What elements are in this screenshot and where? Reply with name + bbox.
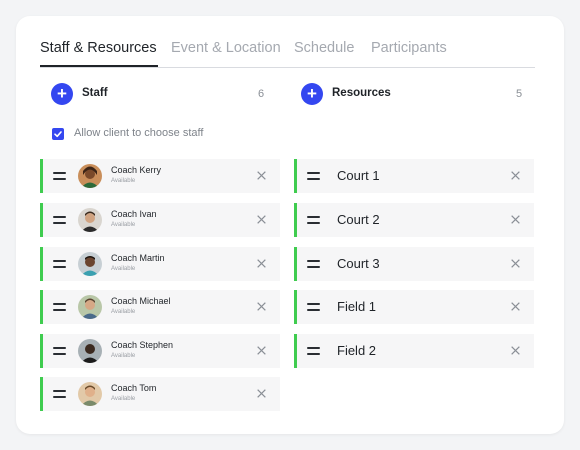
close-icon[interactable] (256, 170, 267, 181)
add-resource-button[interactable]: + (301, 83, 323, 105)
tab-participants[interactable]: Participants (371, 40, 447, 56)
close-icon[interactable] (256, 388, 267, 399)
drag-handle-icon[interactable] (53, 390, 66, 398)
staff-name: Coach Martin (111, 253, 165, 263)
drag-handle-icon[interactable] (53, 303, 66, 311)
avatar (78, 164, 102, 188)
staff-item[interactable]: Coach Stephen Available (40, 334, 280, 368)
staff-item[interactable]: Coach Tom Available (40, 377, 280, 411)
close-icon[interactable] (510, 170, 521, 181)
drag-handle-icon[interactable] (307, 347, 320, 355)
drag-handle-icon[interactable] (53, 216, 66, 224)
resource-name: Field 1 (337, 299, 377, 314)
staff-status: Available (111, 353, 136, 359)
staff-name: Coach Tom (111, 383, 157, 393)
tab-staff-resources[interactable]: Staff & Resources (40, 40, 157, 56)
allow-choose-staff-label: Allow client to choose staff (74, 127, 204, 139)
resource-name: Court 1 (337, 168, 380, 183)
active-tab-indicator (40, 65, 158, 67)
tab-event-location[interactable]: Event & Location (171, 40, 281, 56)
avatar (78, 252, 102, 276)
avatar (78, 208, 102, 232)
close-icon[interactable] (510, 214, 521, 225)
close-icon[interactable] (256, 301, 267, 312)
staff-name: Coach Michael (111, 296, 171, 306)
add-staff-button[interactable]: + (51, 83, 73, 105)
check-icon (54, 131, 62, 138)
staff-status: Available (111, 178, 136, 184)
staff-item[interactable]: Coach Kerry Available (40, 159, 280, 193)
drag-handle-icon[interactable] (307, 172, 320, 180)
tab-schedule[interactable]: Schedule (294, 40, 354, 56)
resource-name: Field 2 (337, 343, 377, 358)
resource-item[interactable]: Court 1 (294, 159, 534, 193)
resource-item[interactable]: Field 2 (294, 334, 534, 368)
tab-bar: Staff & Resources Event & Location Sched… (40, 36, 535, 68)
drag-handle-icon[interactable] (53, 260, 66, 268)
drag-handle-icon[interactable] (307, 216, 320, 224)
staff-status: Available (111, 266, 136, 272)
staff-status: Available (111, 309, 136, 315)
resource-item[interactable]: Court 3 (294, 247, 534, 281)
resources-title: Resources (332, 87, 391, 99)
close-icon[interactable] (510, 345, 521, 356)
close-icon[interactable] (256, 258, 267, 269)
drag-handle-icon[interactable] (53, 172, 66, 180)
close-icon[interactable] (510, 258, 521, 269)
resources-header: + Resources 5 (301, 83, 523, 107)
drag-handle-icon[interactable] (53, 347, 66, 355)
close-icon[interactable] (256, 345, 267, 356)
resource-name: Court 3 (337, 256, 380, 271)
staff-name: Coach Kerry (111, 165, 162, 175)
staff-count: 6 (258, 88, 265, 100)
staff-name: Coach Ivan (111, 209, 157, 219)
staff-item[interactable]: Coach Michael Available (40, 290, 280, 324)
avatar (78, 382, 102, 406)
drag-handle-icon[interactable] (307, 303, 320, 311)
allow-choose-staff-checkbox[interactable] (52, 128, 64, 140)
close-icon[interactable] (256, 214, 267, 225)
staff-name: Coach Stephen (111, 340, 174, 350)
resource-name: Court 2 (337, 212, 380, 227)
drag-handle-icon[interactable] (307, 260, 320, 268)
staff-item[interactable]: Coach Ivan Available (40, 203, 280, 237)
staff-status: Available (111, 396, 136, 402)
plus-icon: + (57, 84, 67, 103)
staff-item[interactable]: Coach Martin Available (40, 247, 280, 281)
resources-count: 5 (516, 88, 523, 100)
staff-header: + Staff 6 (51, 83, 266, 107)
close-icon[interactable] (510, 301, 521, 312)
staff-title: Staff (82, 87, 108, 99)
resource-item[interactable]: Field 1 (294, 290, 534, 324)
staff-status: Available (111, 222, 136, 228)
plus-icon: + (307, 84, 317, 103)
resource-item[interactable]: Court 2 (294, 203, 534, 237)
avatar (78, 295, 102, 319)
avatar (78, 339, 102, 363)
